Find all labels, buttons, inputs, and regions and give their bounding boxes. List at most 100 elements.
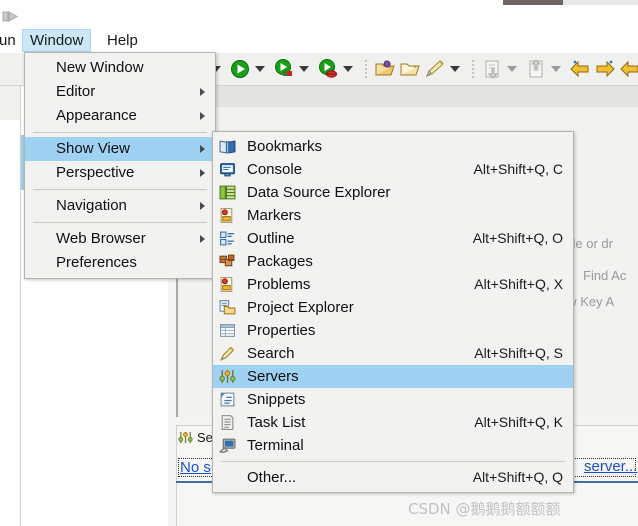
menu-item-label: Show View [56,140,130,157]
menu-item-preferences[interactable]: Preferences [25,251,215,275]
toolbar-separator-2 [472,60,474,78]
run-server-icon[interactable] [273,58,295,80]
menu-item-label: Navigation [56,197,127,214]
menu-item-web-browser[interactable]: Web Browser [25,227,215,251]
forward-icon[interactable] [594,58,616,80]
project-explorer-icon [219,299,236,316]
menu-item-accel: Alt+Shift+Q, K [474,414,563,430]
menubar-item-run[interactable]: un [0,30,23,51]
menu-item-accel: Alt+Shift+Q, C [473,161,563,177]
menu-item-label: Editor [56,83,96,100]
packages-icon [219,253,236,270]
menu-item-markers[interactable]: Markers [213,204,573,227]
top-scrollbar-thumb[interactable] [503,0,563,5]
menu-item-other[interactable]: Other... Alt+Shift+Q, Q [213,466,573,489]
menu-item-label: New Window [56,59,144,76]
menu-item-task-list[interactable]: Task List Alt+Shift+Q, K [213,411,573,434]
watermark: CSDN @鹅鹅鹅额额额 [408,500,561,518]
menu-item-problems[interactable]: Problems Alt+Shift+Q, X [213,273,573,296]
problems-icon [219,276,236,293]
menu-item-label: Packages [247,253,313,270]
export-icon[interactable] [525,58,547,80]
menu-item-label: Console [247,161,303,178]
chevron-right-icon [200,145,205,153]
terminal-icon [219,437,236,454]
task-list-icon [219,414,236,431]
search-icon [219,345,236,362]
menu-item-accel: Alt+Shift+Q, X [474,276,563,292]
menu-item-label: Web Browser [56,230,146,247]
menubar-item-window[interactable]: Window [22,29,92,52]
menu-item-data-source-explorer[interactable]: Data Source Explorer [213,181,573,204]
menu-item-outline[interactable]: Outline Alt+Shift+Q, O [213,227,573,250]
menu-item-label: Snippets [247,391,306,408]
menu-item-properties[interactable]: Properties [213,319,573,342]
menu-item-console[interactable]: Console Alt+Shift+Q, C [213,158,573,181]
import-dropdown-arrow[interactable] [507,66,517,72]
menu-item-search[interactable]: Search Alt+Shift+Q, S [213,342,573,365]
step-over-icon[interactable] [2,8,19,25]
data-source-explorer-icon [219,184,236,201]
menu-item-terminal[interactable]: Terminal [213,434,573,457]
menu-item-bookmarks[interactable]: Bookmarks [213,135,573,158]
menu-separator [221,461,565,462]
menu-item-accel: Alt+Shift+Q, O [472,230,563,246]
toolbar-separator-1 [365,60,367,78]
chevron-right-icon [200,235,205,243]
left-column-body [0,120,21,526]
import-icon[interactable] [481,58,503,80]
stop-server-icon[interactable] [317,58,339,80]
menu-item-navigation[interactable]: Navigation [25,194,215,218]
menu-item-label: Project Explorer [247,299,354,316]
menu-item-accel: Alt+Shift+Q, Q [472,469,563,485]
menubar: un Window Help [0,28,638,53]
chevron-right-icon [200,202,205,210]
menu-item-project-explorer[interactable]: Project Explorer [213,296,573,319]
chevron-right-icon [200,112,205,120]
console-icon [219,161,236,178]
toolbar-buttons [185,53,638,85]
menu-item-label: Bookmarks [247,138,323,155]
chevron-right-icon [200,88,205,96]
menu-item-label: Outline [247,230,295,247]
menu-item-perspective[interactable]: Perspective [25,161,215,185]
menu-separator [33,132,207,133]
pencil-dropdown-arrow[interactable] [450,66,460,72]
menu-item-label: Markers [247,207,302,224]
snippets-icon [219,391,236,408]
servers-view-tab[interactable]: Se [178,427,213,447]
menu-item-servers[interactable]: Servers [213,365,573,388]
stop-server-dropdown-arrow[interactable] [343,66,353,72]
menu-item-show-view[interactable]: Show View [25,137,215,161]
menu-item-label: Problems [247,276,311,293]
run-icon[interactable] [229,58,251,80]
menu-item-new-window[interactable]: New Window [25,56,215,80]
pencil-icon[interactable] [424,58,446,80]
menu-item-packages[interactable]: Packages [213,250,573,273]
servers-icon [178,430,193,445]
menu-item-appearance[interactable]: Appearance [25,104,215,128]
menu-separator [33,222,207,223]
menu-item-label: Properties [247,322,316,339]
open-type-icon[interactable] [399,58,421,80]
previous-icon[interactable] [619,58,638,80]
export-dropdown-arrow[interactable] [551,66,561,72]
properties-icon [219,322,236,339]
run-dropdown-arrow[interactable] [255,66,265,72]
menubar-item-help[interactable]: Help [100,30,145,51]
menu-item-label: Other... [247,469,297,486]
bookmarks-icon [219,138,236,155]
chevron-right-icon [200,169,205,177]
back-icon[interactable] [569,58,591,80]
menu-item-editor[interactable]: Editor [25,80,215,104]
window-menu: New Window Editor Appearance Show View P… [24,52,216,279]
ide-window: file or dr Find Ac ow Key A Se No s serv… [0,0,638,526]
run-server-dropdown-arrow[interactable] [299,66,309,72]
servers-empty-link-right[interactable]: server... [584,458,637,475]
open-folder-icon[interactable] [374,58,396,80]
menu-item-label: Data Source Explorer [247,184,391,201]
menu-item-label: Task List [247,414,306,431]
menu-item-label: Perspective [56,164,135,181]
menu-item-label: Terminal [247,437,304,454]
menu-item-snippets[interactable]: Snippets [213,388,573,411]
